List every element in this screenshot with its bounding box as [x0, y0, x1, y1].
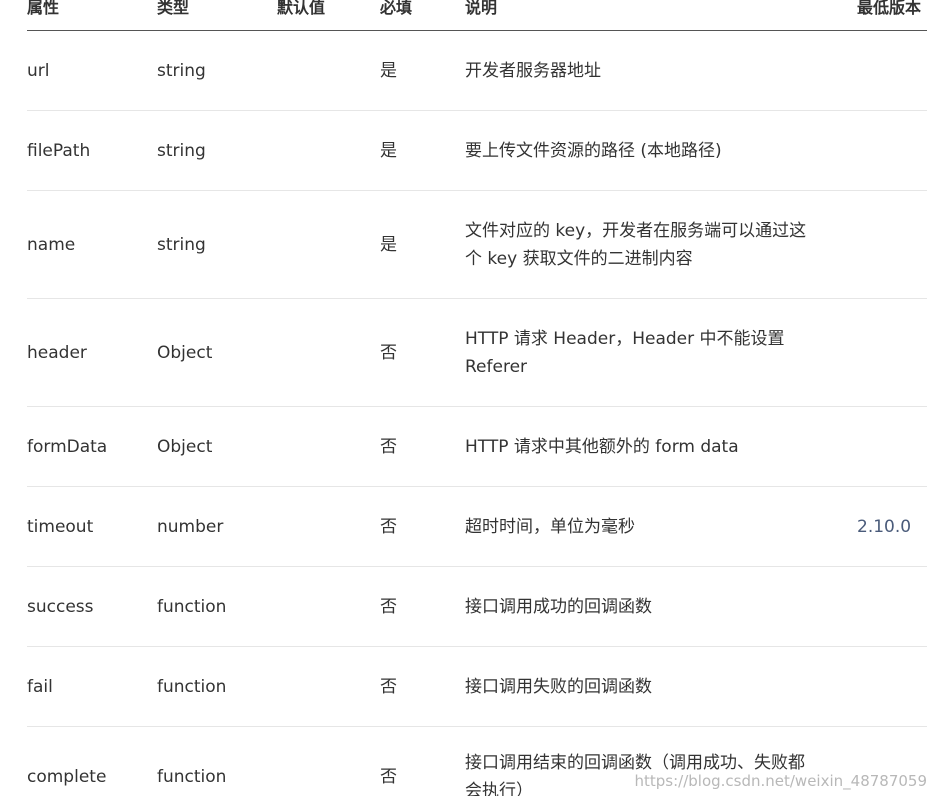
header-default: 默认值	[277, 0, 326, 17]
cell-attr: complete	[27, 767, 107, 787]
cell-desc: HTTP 请求 Header，Header 中不能设置 Referer	[465, 328, 785, 377]
cell-required: 否	[380, 676, 397, 697]
cell-type: string	[157, 234, 206, 255]
cell-type: number	[157, 516, 224, 537]
cell-attr: url	[27, 60, 50, 81]
table-body: url string 是开发者服务器地址 filePath string 是要上传文件资源…	[27, 31, 927, 796]
header-type: 类型	[157, 0, 190, 17]
cell-type: function	[157, 676, 227, 697]
cell-version[interactable]: 2.10.0	[857, 513, 911, 541]
cell-required: 否	[380, 436, 397, 457]
cell-attr: success	[27, 596, 94, 617]
cell-type: function	[157, 596, 227, 617]
cell-attr: timeout	[27, 516, 94, 537]
cell-required: 否	[380, 342, 397, 363]
cell-required: 是	[380, 60, 397, 81]
api-params-table-page: 属性 类型 默认值 必填 说明 最低版本 url string 是 开发者服务器地址 f…	[0, 0, 937, 796]
table-row: timeout number 否 超时时间，单位为毫秒 2.10.0	[27, 487, 927, 567]
cell-required: 是	[380, 234, 397, 255]
cell-desc: HTTP 请求中其他额外的 form data	[465, 436, 739, 457]
cell-type: string	[157, 140, 206, 161]
table-row: filePath string 是 要上传文件资源的路径 (本地路径)	[27, 111, 927, 191]
table-row: header Object 否 HTTP 请求 Header，Header 中不能设置…	[27, 299, 927, 407]
cell-desc: 接口调用成功的回调函数	[465, 596, 652, 617]
header-desc: 说明	[465, 0, 498, 17]
cell-desc: 超时时间，单位为毫秒	[465, 516, 635, 537]
cell-attr: name	[27, 234, 76, 255]
cell-type: Object	[157, 436, 213, 457]
cell-attr: filePath	[27, 140, 91, 161]
cell-attr: formData	[27, 436, 108, 457]
table-header: 属性 类型 默认值 必填 说明 最低版本	[27, 0, 927, 31]
table-row: url string 是 开发者服务器地址	[27, 31, 927, 111]
cell-attr: fail	[27, 676, 53, 697]
table-row: formData Object 否 HTTP 请求中其他额外的 form data	[27, 407, 927, 487]
cell-desc: 要上传文件资源的路径 (本地路径)	[465, 140, 722, 161]
table-row: name string 是 文件对应的 key，开发者在服务端可以通过这个 key 获…	[27, 191, 927, 299]
cell-required: 是	[380, 140, 397, 161]
cell-type: function	[157, 767, 227, 787]
header-attr: 属性	[27, 0, 60, 17]
cell-type: Object	[157, 342, 213, 363]
table-row: success function 否 接口调用成功的回调函数	[27, 567, 927, 647]
cell-desc: 开发者服务器地址	[465, 60, 601, 81]
cell-required: 否	[380, 596, 397, 617]
header-required: 必填	[380, 0, 413, 17]
watermark: https://blog.csdn.net/weixin_48787059	[634, 772, 927, 790]
cell-desc: 文件对应的 key，开发者在服务端可以通过这个 key 获取文件的二进制内容	[465, 220, 807, 269]
table-row: fail function 否 接口调用失败的回调函数	[27, 647, 927, 727]
cell-desc: 接口调用失败的回调函数	[465, 676, 652, 697]
cell-attr: header	[27, 342, 87, 363]
header-version: 最低版本	[857, 0, 922, 17]
cell-type: string	[157, 60, 206, 81]
cell-required: 否	[380, 767, 397, 787]
cell-required: 否	[380, 516, 397, 537]
